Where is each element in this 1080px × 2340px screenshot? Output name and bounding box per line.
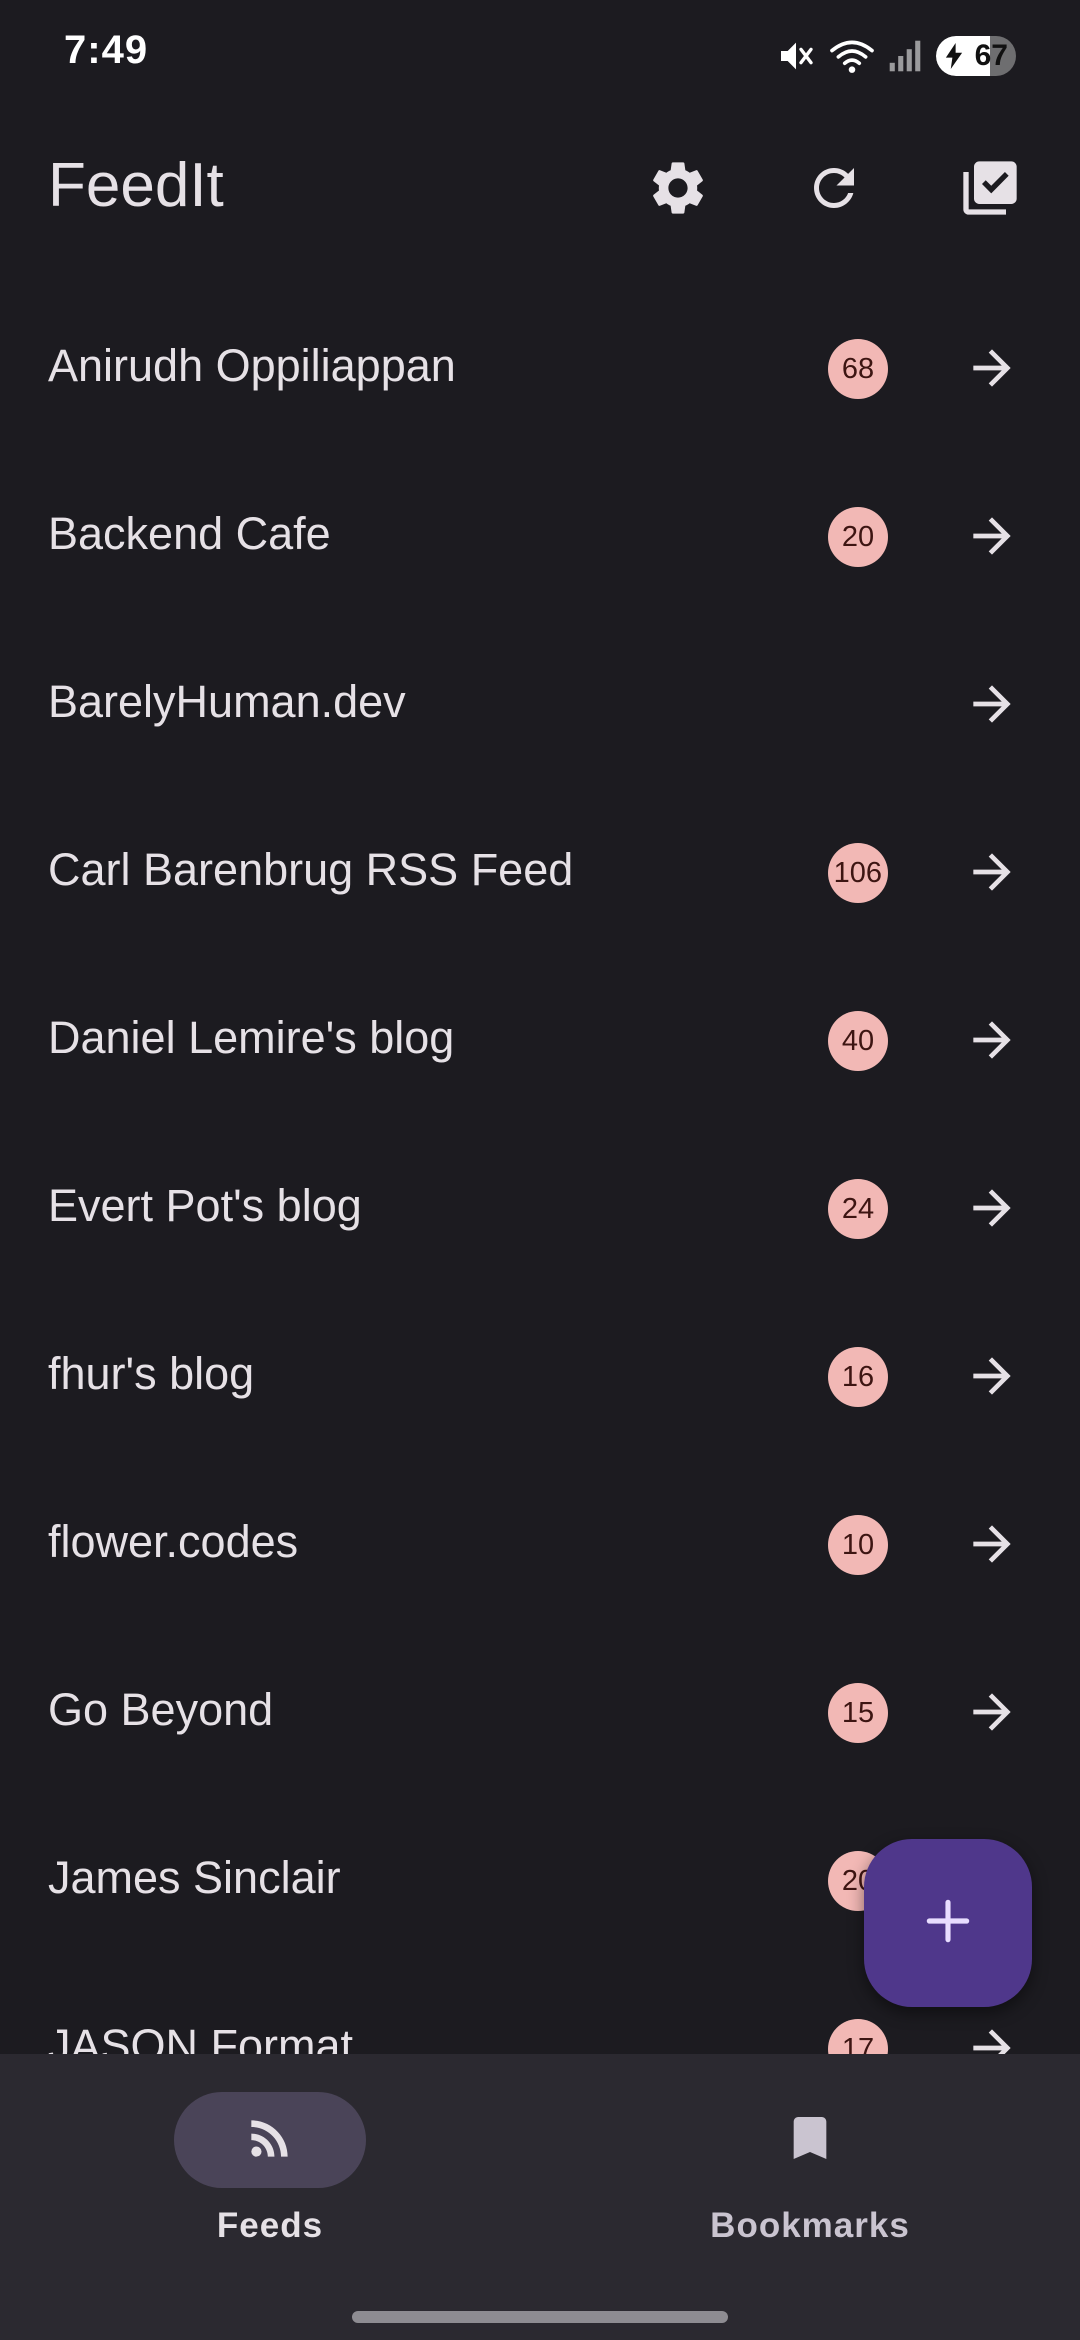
feed-title: James Sinclair bbox=[48, 1852, 341, 1903]
open-feed-button[interactable] bbox=[952, 832, 1032, 912]
feed-row[interactable]: Carl Barenbrug RSS Feed 106 bbox=[0, 788, 1080, 956]
feed-row[interactable]: flower.codes 10 bbox=[0, 1460, 1080, 1628]
feed-row[interactable]: Evert Pot's blog 24 bbox=[0, 1124, 1080, 1292]
nav-indicator bbox=[714, 2092, 906, 2188]
open-feed-button[interactable] bbox=[952, 1504, 1032, 1584]
battery-icon: 67 bbox=[936, 36, 1016, 76]
unread-count-badge: 68 bbox=[828, 339, 888, 399]
home-indicator[interactable] bbox=[352, 2311, 728, 2323]
feed-title: Anirudh Oppiliappan bbox=[48, 340, 456, 391]
feed-row[interactable]: fhur's blog 16 bbox=[0, 1292, 1080, 1460]
settings-button[interactable] bbox=[634, 146, 722, 234]
bottom-navigation: Feeds Bookmarks bbox=[0, 2054, 1080, 2340]
unread-count-badge: 16 bbox=[828, 1347, 888, 1407]
arrow-forward-icon bbox=[973, 2029, 1011, 2054]
arrow-forward-icon bbox=[973, 685, 1011, 723]
gear-icon bbox=[646, 156, 710, 225]
feed-title: JASON Format bbox=[48, 2020, 354, 2054]
nav-item-feeds[interactable]: Feeds bbox=[120, 2092, 420, 2252]
arrow-forward-icon bbox=[973, 1357, 1011, 1395]
nav-active-indicator bbox=[174, 2092, 366, 2188]
feed-row[interactable]: Go Beyond 15 bbox=[0, 1628, 1080, 1796]
feed-title: Backend Cafe bbox=[48, 508, 331, 559]
arrow-forward-icon bbox=[973, 1021, 1011, 1059]
open-feed-button[interactable] bbox=[952, 1336, 1032, 1416]
refresh-button[interactable] bbox=[790, 146, 878, 234]
feed-title: flower.codes bbox=[48, 1516, 299, 1567]
open-feed-button[interactable] bbox=[952, 1672, 1032, 1752]
feed-row[interactable]: BarelyHuman.dev bbox=[0, 620, 1080, 788]
arrow-forward-icon bbox=[973, 1693, 1011, 1731]
feed-row[interactable]: Backend Cafe 20 bbox=[0, 452, 1080, 620]
feed-title: Go Beyond bbox=[48, 1684, 274, 1735]
feedit-screen: 7:49 67 FeedIt Anirudh Oppiliappan 68 Ba… bbox=[0, 0, 1080, 2340]
feed-title: Carl Barenbrug RSS Feed bbox=[48, 844, 574, 895]
feed-row[interactable]: Daniel Lemire's blog 40 bbox=[0, 956, 1080, 1124]
unread-count-badge: 10 bbox=[828, 1515, 888, 1575]
open-feed-button[interactable] bbox=[952, 328, 1032, 408]
mark-all-read-button[interactable] bbox=[946, 146, 1034, 234]
mark-all-read-icon bbox=[958, 156, 1022, 225]
unread-count-badge: 106 bbox=[827, 843, 888, 903]
unread-count-badge: 17 bbox=[828, 2019, 888, 2054]
unread-count-badge: 20 bbox=[828, 507, 888, 567]
wifi-icon bbox=[830, 36, 874, 76]
app-bar: FeedIt bbox=[0, 110, 1080, 270]
open-feed-button[interactable] bbox=[952, 1168, 1032, 1248]
arrow-forward-icon bbox=[973, 1189, 1011, 1227]
unread-count-badge: 15 bbox=[828, 1683, 888, 1743]
battery-level: 67 bbox=[974, 39, 1008, 72]
open-feed-button[interactable] bbox=[952, 1000, 1032, 1080]
status-icons: 67 bbox=[776, 34, 1016, 78]
signal-icon bbox=[888, 36, 922, 76]
unread-count-badge: 24 bbox=[828, 1179, 888, 1239]
status-time: 7:49 bbox=[64, 28, 149, 72]
arrow-forward-icon bbox=[973, 349, 1011, 387]
feed-title: Daniel Lemire's blog bbox=[48, 1012, 455, 1063]
feed-title: Evert Pot's blog bbox=[48, 1180, 362, 1231]
feed-list[interactable]: Anirudh Oppiliappan 68 Backend Cafe 20 B… bbox=[0, 284, 1080, 2054]
open-feed-button[interactable] bbox=[952, 2008, 1032, 2054]
arrow-forward-icon bbox=[973, 1525, 1011, 1563]
arrow-forward-icon bbox=[973, 517, 1011, 555]
status-bar: 7:49 67 bbox=[0, 0, 1080, 110]
nav-label-bookmarks: Bookmarks bbox=[710, 2206, 910, 2245]
add-feed-button[interactable] bbox=[864, 1839, 1032, 2007]
bookmark-icon bbox=[782, 2110, 838, 2171]
feed-title: BarelyHuman.dev bbox=[48, 676, 406, 727]
mute-icon bbox=[776, 36, 816, 76]
refresh-icon bbox=[804, 158, 864, 223]
open-feed-button[interactable] bbox=[952, 496, 1032, 576]
rss-icon bbox=[242, 2110, 298, 2171]
feed-row[interactable]: Anirudh Oppiliappan 68 bbox=[0, 284, 1080, 452]
arrow-forward-icon bbox=[973, 853, 1011, 891]
app-title: FeedIt bbox=[48, 151, 224, 220]
unread-count-badge: 40 bbox=[828, 1011, 888, 1071]
nav-item-bookmarks[interactable]: Bookmarks bbox=[660, 2092, 960, 2252]
nav-label-feeds: Feeds bbox=[216, 2206, 324, 2245]
plus-icon bbox=[920, 1893, 976, 1954]
feed-title: fhur's blog bbox=[48, 1348, 255, 1399]
open-feed-button[interactable] bbox=[952, 664, 1032, 744]
